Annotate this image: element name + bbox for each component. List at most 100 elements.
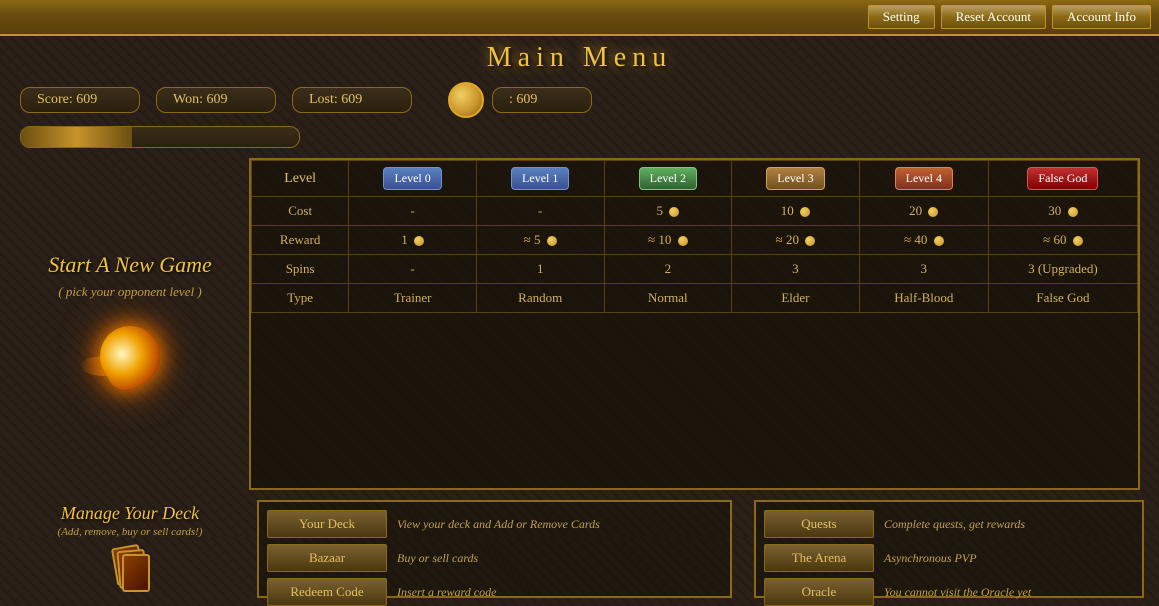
lost-stat: Lost: 609 [292,87,412,113]
coin-dot [547,236,557,246]
table-header-fg[interactable]: False God [988,161,1137,197]
table-header-0[interactable]: Level 0 [349,161,477,197]
reward-1: ≈ 5 [476,226,604,255]
bazaar-button[interactable]: Bazaar [267,544,387,572]
type-1: Random [476,284,604,313]
level-0-button[interactable]: Level 0 [383,167,441,190]
table-row-type: Type Trainer Random Normal Elder Half-Bl… [252,284,1138,313]
coin-dot [928,207,938,217]
cost-3: 10 [732,197,860,226]
reward-label: Reward [252,226,349,255]
actions-panel: Your Deck View your deck and Add or Remo… [257,500,732,598]
deck-panel: Manage Your Deck (Add, remove, buy or se… [15,500,245,598]
reward-4: ≈ 40 [859,226,988,255]
spins-0: - [349,255,477,284]
table-row-spins: Spins - 1 2 3 3 3 (Upgraded) [252,255,1138,284]
table-row-cost: Cost - - 5 10 20 30 [252,197,1138,226]
reset-account-button[interactable]: Reset Account [941,5,1046,29]
your-deck-desc: View your deck and Add or Remove Cards [397,517,600,532]
coin-stat: : 609 [492,87,592,113]
action-row-redeem: Redeem Code Insert a reward code [267,578,722,606]
deck-title: Manage Your Deck [61,503,199,524]
fireball-body [89,315,171,397]
coin-dot [1073,236,1083,246]
coin-dot [800,207,810,217]
type-4: Half-Blood [859,284,988,313]
left-panel: Start A New Game ( pick your opponent le… [15,154,245,494]
cost-4: 20 [859,197,988,226]
xp-progress-fill [21,127,132,147]
level-table: Level Level 0 Level 1 Level 2 Level 3 Le… [251,160,1138,313]
oracle-desc: You cannot visit the Oracle yet [884,585,1031,600]
level-1-button[interactable]: Level 1 [511,167,569,190]
deck-subtitle: (Add, remove, buy or sell cards!) [58,526,203,538]
type-2: Normal [604,284,732,313]
fireball-icon [80,316,180,396]
redeem-code-button[interactable]: Redeem Code [267,578,387,606]
deck-icon [110,546,150,596]
arena-desc: Asynchronous PVP [884,551,977,566]
reward-5: ≈ 60 [988,226,1137,255]
table-header-1[interactable]: Level 1 [476,161,604,197]
right-panel: Quests Complete quests, get rewards The … [754,500,1144,598]
coin-dot [669,207,679,217]
bottom-area: Manage Your Deck (Add, remove, buy or se… [0,494,1159,604]
spins-label: Spins [252,255,349,284]
redeem-desc: Insert a reward code [397,585,496,600]
start-game-subtitle: ( pick your opponent level ) [58,284,201,300]
table-header-level: Level [252,161,349,197]
oracle-button[interactable]: Oracle [764,578,874,606]
reward-2: ≈ 10 [604,226,732,255]
reward-3: ≈ 20 [732,226,860,255]
cost-1: - [476,197,604,226]
main-title: Main Menu [0,42,1159,74]
xp-progress-bar [20,126,300,148]
spins-1: 1 [476,255,604,284]
arena-button[interactable]: The Arena [764,544,874,572]
stats-row: Score: 609 Won: 609 Lost: 609 : 609 [0,82,1159,118]
start-game-title: Start A New Game [48,252,212,278]
cost-2: 5 [604,197,732,226]
level-3-button[interactable]: Level 3 [766,167,824,190]
type-0: Trainer [349,284,477,313]
level-4-button[interactable]: Level 4 [895,167,953,190]
level-table-container: Level Level 0 Level 1 Level 2 Level 3 Le… [249,158,1140,490]
table-header-4[interactable]: Level 4 [859,161,988,197]
your-deck-button[interactable]: Your Deck [267,510,387,538]
table-header-3[interactable]: Level 3 [732,161,860,197]
coin-dot [678,236,688,246]
type-5: False God [988,284,1137,313]
account-info-button[interactable]: Account Info [1052,5,1151,29]
false-god-button[interactable]: False God [1027,167,1098,190]
type-label: Type [252,284,349,313]
action-row-bazaar: Bazaar Buy or sell cards [267,544,722,572]
quest-row-oracle: Oracle You cannot visit the Oracle yet [764,578,1134,606]
deck-card-front [122,554,150,592]
type-3: Elder [732,284,860,313]
spins-4: 3 [859,255,988,284]
coin-dot [1068,207,1078,217]
spins-5: 3 (Upgraded) [988,255,1137,284]
cost-5: 30 [988,197,1137,226]
quest-row-arena: The Arena Asynchronous PVP [764,544,1134,572]
score-stat: Score: 609 [20,87,140,113]
coin-area: : 609 [448,82,592,118]
reward-0: 1 [349,226,477,255]
table-row-reward: Reward 1 ≈ 5 ≈ 10 ≈ 20 ≈ 40 ≈ 60 [252,226,1138,255]
main-content: Start A New Game ( pick your opponent le… [0,154,1159,494]
table-header-2[interactable]: Level 2 [604,161,732,197]
setting-button[interactable]: Setting [868,5,935,29]
bazaar-desc: Buy or sell cards [397,551,478,566]
top-bar: Setting Reset Account Account Info [0,0,1159,36]
cost-0: - [349,197,477,226]
coin-dot [414,236,424,246]
won-stat: Won: 609 [156,87,276,113]
quests-button[interactable]: Quests [764,510,874,538]
level-2-button[interactable]: Level 2 [639,167,697,190]
coin-dot [805,236,815,246]
spins-3: 3 [732,255,860,284]
coin-dot [934,236,944,246]
coin-icon [448,82,484,118]
quest-row-quests: Quests Complete quests, get rewards [764,510,1134,538]
quests-desc: Complete quests, get rewards [884,517,1025,532]
